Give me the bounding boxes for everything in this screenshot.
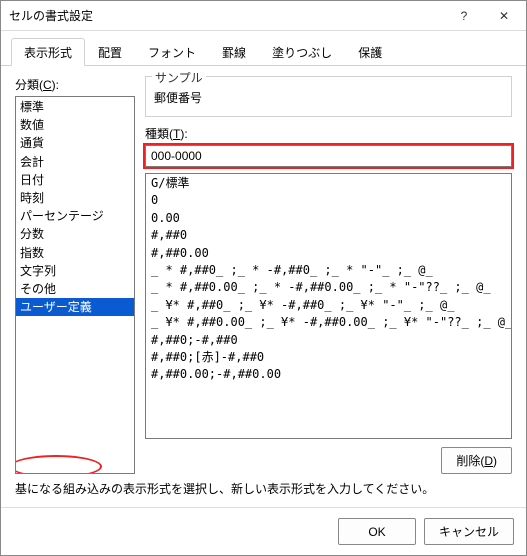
delete-button[interactable]: 削除(D) (441, 447, 512, 474)
close-icon[interactable]: ✕ (484, 2, 524, 30)
highlight-ring-icon (15, 455, 102, 474)
tab-1[interactable]: 配置 (85, 38, 135, 66)
list-item[interactable]: 0.00 (146, 210, 511, 227)
tab-3[interactable]: 罫線 (209, 38, 259, 66)
dialog-footer: OK キャンセル (1, 507, 526, 555)
window-title: セルの書式設定 (9, 7, 444, 24)
list-item[interactable]: _ ¥* #,##0.00_ ;_ ¥* -#,##0.00_ ;_ ¥* "-… (146, 314, 511, 331)
type-input[interactable] (145, 145, 512, 167)
category-listbox[interactable]: 標準数値通貨会計日付時刻パーセンテージ分数指数文字列その他ユーザー定義 (15, 96, 135, 474)
tab-2[interactable]: フォント (135, 38, 209, 66)
list-item[interactable]: _ * #,##0.00_ ;_ * -#,##0.00_ ;_ * "-"??… (146, 279, 511, 296)
ok-button[interactable]: OK (338, 518, 416, 545)
list-item[interactable]: #,##0;[赤]-#,##0 (146, 349, 511, 366)
sample-value: 郵便番号 (154, 89, 503, 106)
list-item[interactable]: 通貨 (16, 134, 134, 152)
list-item[interactable]: 時刻 (16, 189, 134, 207)
list-item[interactable]: _ ¥* #,##0_ ;_ ¥* -#,##0_ ;_ ¥* "-"_ ;_ … (146, 297, 511, 314)
list-item[interactable]: パーセンテージ (16, 207, 134, 225)
list-item[interactable]: 文字列 (16, 262, 134, 280)
tab-bar: 表示形式配置フォント罫線塗りつぶし保護 (1, 31, 526, 66)
list-item[interactable]: 0 (146, 192, 511, 209)
list-item[interactable]: #,##0 (146, 227, 511, 244)
hint-text: 基になる組み込みの表示形式を選択し、新しい表示形式を入力してください。 (15, 474, 512, 501)
tab-5[interactable]: 保護 (345, 38, 395, 66)
list-item[interactable]: 標準 (16, 98, 134, 116)
list-item[interactable]: G/標準 (146, 175, 511, 192)
list-item[interactable]: 指数 (16, 244, 134, 262)
titlebar: セルの書式設定 ? ✕ (1, 1, 526, 31)
format-listbox[interactable]: G/標準00.00#,##0#,##0.00_ * #,##0_ ;_ * -#… (145, 173, 512, 439)
list-item[interactable]: 数値 (16, 116, 134, 134)
list-item[interactable]: #,##0.00;-#,##0.00 (146, 366, 511, 383)
cancel-button[interactable]: キャンセル (424, 518, 514, 545)
list-item[interactable]: その他 (16, 280, 134, 298)
category-label: 分類(C): (15, 76, 135, 93)
list-item[interactable]: 日付 (16, 171, 134, 189)
list-item[interactable]: _ * #,##0_ ;_ * -#,##0_ ;_ * "-"_ ;_ @_ (146, 262, 511, 279)
list-item[interactable]: ユーザー定義 (16, 298, 134, 316)
type-label: 種類(T): (145, 125, 512, 142)
list-item[interactable]: #,##0.00 (146, 245, 511, 262)
help-icon[interactable]: ? (444, 2, 484, 30)
sample-box: サンプル 郵便番号 (145, 76, 512, 117)
tab-4[interactable]: 塗りつぶし (259, 38, 345, 66)
list-item[interactable]: #,##0;-#,##0 (146, 332, 511, 349)
sample-label: サンプル (152, 69, 206, 86)
list-item[interactable]: 会計 (16, 153, 134, 171)
list-item[interactable]: 分数 (16, 225, 134, 243)
tab-0[interactable]: 表示形式 (11, 38, 85, 66)
